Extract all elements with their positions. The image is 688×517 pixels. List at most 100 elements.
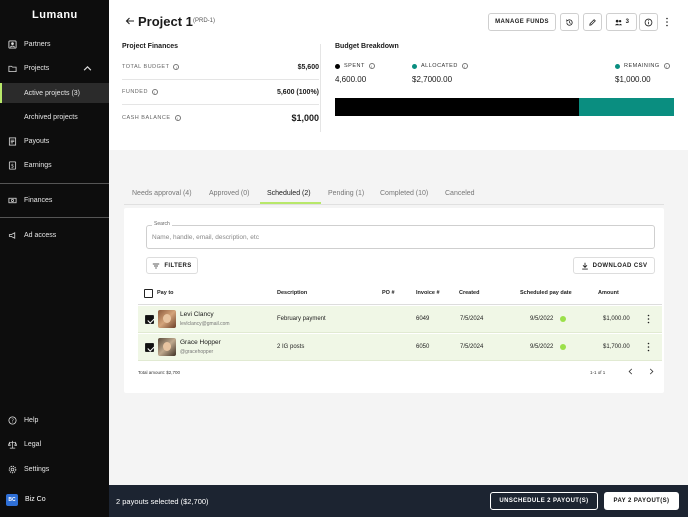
info-button[interactable] [639, 13, 658, 31]
info-icon[interactable]: i [173, 64, 180, 70]
chevron-right-icon[interactable] [648, 368, 655, 375]
sidebar-item-ad-access[interactable]: Ad access [0, 225, 109, 245]
row-checkbox[interactable] [145, 343, 154, 352]
column-header-description[interactable]: Description [277, 290, 307, 296]
download-icon [581, 262, 588, 269]
sidebar-item-payouts[interactable]: Payouts [0, 131, 109, 151]
tab-scheduled[interactable]: Scheduled (2) [267, 190, 311, 197]
scheduled-date-cell: 9/5/2022 [530, 316, 554, 322]
finances-icon [8, 197, 17, 203]
finance-value: $5,600 [297, 63, 319, 71]
tab-approved[interactable]: Approved (0) [209, 190, 249, 197]
info-icon[interactable]: i [368, 63, 375, 69]
selection-summary: 2 payouts selected ($2,700) [116, 497, 209, 506]
allocated-dot-icon [412, 63, 417, 69]
sidebar-divider [0, 217, 109, 218]
invoice-cell: 6049 [416, 316, 430, 322]
help-icon: ? [8, 415, 17, 425]
chevron-left-icon[interactable] [627, 368, 634, 375]
scheduled-date-cell: 9/5/2022 [530, 344, 554, 350]
sidebar-item-label: Payouts [24, 137, 50, 145]
column-header-invoice[interactable]: Invoice # [416, 290, 440, 296]
sidebar-item-earnings[interactable]: $ Earnings [0, 155, 109, 175]
members-button[interactable]: 3 [606, 13, 637, 31]
payouts-icon [8, 136, 17, 146]
org-name[interactable]: Biz Co [25, 496, 46, 503]
tab-needs-approval[interactable]: Needs approval (4) [132, 190, 192, 197]
finance-row-funded: FUNDED i 5,600 (100%) [122, 80, 319, 105]
finance-row-cash-balance: CASH BALANCE i $1,000 [122, 105, 319, 130]
row-checkbox[interactable] [145, 315, 154, 324]
chevron-up-icon[interactable] [83, 64, 92, 73]
column-header-amount[interactable]: Amount [598, 290, 619, 296]
finance-value: $1,000 [291, 112, 319, 123]
sidebar-item-label: Settings [24, 465, 50, 473]
avatar [158, 310, 176, 328]
download-csv-button[interactable]: DOWNLOAD CSV [573, 257, 655, 274]
edit-button[interactable] [583, 13, 602, 31]
sidebar-item-archived-projects[interactable]: Archived projects [0, 107, 109, 127]
search-input[interactable]: Search Name, handle, email, description,… [146, 221, 655, 249]
project-header: Project 1 (PRD-1) MANAGE FUNDS 3 Project… [109, 0, 688, 150]
table-row[interactable]: Levi Clancy levlclancy@gmail.com Februar… [138, 306, 662, 333]
lightning-icon [560, 316, 566, 322]
sidebar-item-partners[interactable]: Partners [0, 34, 109, 54]
pay-payouts-button[interactable]: PAY 2 PAYOUT(S) [604, 492, 679, 510]
payee-name: Grace Hopper [180, 339, 221, 346]
budget-progress-bar [335, 98, 674, 116]
budget-label: ALLOCATED [421, 63, 458, 69]
search-placeholder: Name, handle, email, description, etc [152, 234, 259, 241]
history-button[interactable] [560, 13, 579, 31]
unschedule-payouts-button[interactable]: UNSCHEDULE 2 PAYOUT(S) [490, 492, 598, 510]
sidebar-item-finances[interactable]: Finances [0, 190, 109, 210]
tab-completed[interactable]: Completed (10) [380, 190, 428, 197]
manage-funds-button[interactable]: MANAGE FUNDS [488, 13, 556, 31]
description-cell: February payment [277, 316, 326, 322]
sidebar-divider [0, 183, 109, 184]
sidebar-item-label: Finances [24, 196, 53, 204]
column-header-pay-to[interactable]: Pay to [157, 290, 174, 296]
more-vertical-icon[interactable] [665, 17, 669, 27]
finance-label: FUNDED [122, 89, 148, 95]
project-code: (PRD-1) [193, 18, 215, 24]
column-header-scheduled-pay-date[interactable]: Scheduled pay date [520, 290, 572, 296]
finance-value: 5,600 (100%) [276, 88, 319, 96]
project-finances-heading: Project Finances [122, 43, 179, 50]
budget-value: $1,000.00 [615, 75, 651, 84]
info-icon[interactable]: i [174, 114, 181, 121]
table-row[interactable]: Grace Hopper @gracehopper 2 IG posts 605… [138, 334, 662, 361]
amount-cell: $1,000.00 [603, 316, 630, 322]
search-label: Search [152, 221, 172, 227]
table-header-divider [138, 304, 662, 305]
info-icon[interactable]: i [151, 89, 158, 95]
sidebar-item-settings[interactable]: Settings [0, 459, 109, 479]
sidebar-item-label: Ad access [24, 231, 57, 239]
sidebar-item-active-projects[interactable]: Active projects (3) [0, 83, 109, 103]
budget-label: SPENT [344, 63, 365, 69]
sidebar-item-legal[interactable]: Legal [0, 434, 109, 454]
filters-button[interactable]: FILTERS [146, 257, 198, 274]
info-icon[interactable]: i [461, 63, 468, 69]
finance-row-total-budget: TOTAL BUDGET i $5,600 [122, 55, 319, 80]
info-icon[interactable]: i [663, 63, 670, 69]
row-menu-icon[interactable] [647, 342, 650, 352]
sidebar-item-label: Archived projects [24, 113, 78, 121]
tab-pending[interactable]: Pending (1) [328, 190, 364, 197]
column-header-po[interactable]: PO # [382, 290, 395, 296]
total-amount: Total amount: $2,700 [138, 370, 181, 375]
sidebar-item-help[interactable]: ? Help [0, 410, 109, 430]
column-header-created[interactable]: Created [459, 290, 479, 296]
payouts-card: Search Name, handle, email, description,… [124, 208, 664, 393]
description-cell: 2 IG posts [277, 344, 305, 350]
sidebar-item-label: Projects [24, 64, 50, 72]
org-avatar[interactable]: BC [6, 494, 18, 506]
budget-value: 4,600.00 [335, 75, 367, 84]
spent-dot-icon [335, 63, 340, 69]
pencil-icon [589, 18, 596, 26]
row-menu-icon[interactable] [647, 314, 650, 324]
svg-text:?: ? [11, 418, 14, 424]
back-arrow-icon[interactable] [125, 16, 135, 26]
sidebar-item-projects[interactable]: Projects [0, 58, 109, 78]
tab-canceled[interactable]: Canceled [445, 190, 475, 197]
select-all-checkbox[interactable] [144, 289, 153, 298]
